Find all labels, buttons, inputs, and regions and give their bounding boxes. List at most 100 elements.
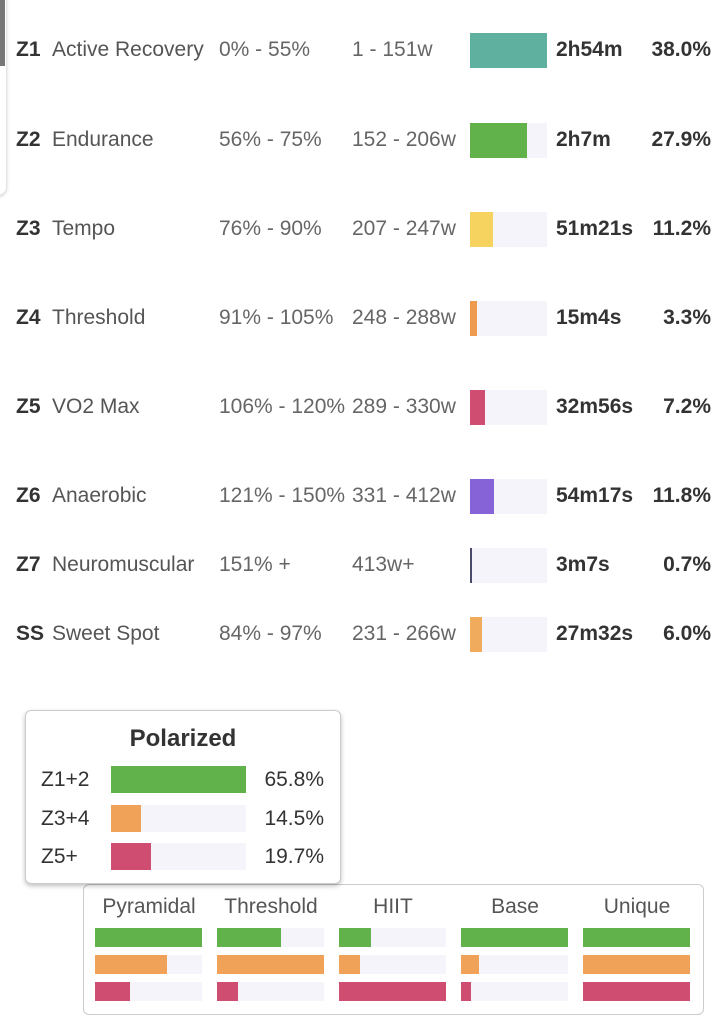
polarized-bar-fill xyxy=(111,766,246,793)
zone-ftp-range: 84% - 97% xyxy=(219,622,322,645)
model-pyramidal: Pyramidal xyxy=(95,885,203,1001)
zone-row: Z4 Threshold 91% - 105% 248 - 288w 15m4s… xyxy=(0,278,727,358)
model-hiit: HIIT xyxy=(339,885,447,1001)
model-bar-fill xyxy=(95,982,131,1001)
model-bar-fill xyxy=(583,928,690,947)
zone-name: Anaerobic xyxy=(52,484,147,507)
zone-ftp-range: 106% - 120% xyxy=(219,395,346,418)
model-bar xyxy=(339,955,446,974)
zone-code: Z2 xyxy=(16,128,41,151)
model-bar-fill xyxy=(95,928,202,947)
model-bar-fill xyxy=(339,928,372,947)
zone-name: Threshold xyxy=(52,306,146,329)
zone-bar-fill xyxy=(470,32,547,68)
zone-watt-range: 289 - 330w xyxy=(352,395,456,418)
model-bar-fill xyxy=(95,955,167,974)
zone-name: Tempo xyxy=(52,217,116,240)
zone-time: 2h7m xyxy=(556,128,611,151)
zone-name: Active Recovery xyxy=(52,38,204,61)
polarized-bar xyxy=(111,804,246,832)
polarized-card: Polarized Z1+2 65.8% Z3+4 14.5% Z5+ 19.7% xyxy=(25,710,341,884)
zone-percent: 7.2% xyxy=(663,395,711,418)
zone-bar xyxy=(470,211,547,247)
zone-watt-range: 1 - 151w xyxy=(352,38,433,61)
model-bar-fill xyxy=(461,928,568,947)
zone-code: Z6 xyxy=(16,484,41,507)
polarized-bar-fill xyxy=(111,843,152,870)
model-bar xyxy=(217,982,324,1001)
polarized-bar xyxy=(111,766,246,793)
model-bar-fill xyxy=(217,955,324,974)
model-bar-fill xyxy=(217,928,282,947)
model-bar-fill xyxy=(461,955,480,974)
zone-bar-fill xyxy=(470,211,493,247)
zone-ftp-range: 76% - 90% xyxy=(219,217,322,240)
model-bar-fill xyxy=(217,982,239,1001)
zone-bar-fill xyxy=(470,616,483,652)
zone-bar-fill xyxy=(470,547,472,583)
zone-code: SS xyxy=(16,622,45,645)
zone-watt-range: 413w+ xyxy=(352,553,415,576)
zone-code: Z5 xyxy=(16,395,41,418)
model-bar xyxy=(339,982,446,1001)
model-bar-fill xyxy=(339,955,361,974)
zone-bar xyxy=(470,300,547,336)
zone-bar xyxy=(470,32,547,68)
polarized-percent: 14.5% xyxy=(264,806,324,830)
model-bar xyxy=(461,955,568,974)
polarized-row: Z1+2 65.8% xyxy=(26,766,340,793)
zone-name: VO2 Max xyxy=(52,395,140,418)
model-bar-fill xyxy=(461,982,471,1001)
polarized-percent: 19.7% xyxy=(264,845,324,868)
model-bar xyxy=(461,928,568,947)
zone-row: Z7 Neuromuscular 151% + 413w+ 3m7s 0.7% xyxy=(0,525,727,605)
zone-row: Z6 Anaerobic 121% - 150% 331 - 412w 54m1… xyxy=(0,456,727,536)
zone-time: 2h54m xyxy=(556,38,623,61)
zone-ftp-range: 121% - 150% xyxy=(219,484,346,507)
zone-watt-range: 207 - 247w xyxy=(352,217,456,240)
zone-bar-fill xyxy=(470,122,527,158)
zone-row: Z5 VO2 Max 106% - 120% 289 - 330w 32m56s… xyxy=(0,367,727,447)
polarized-label: Z3+4 xyxy=(41,806,90,830)
model-bar xyxy=(217,955,324,974)
zone-name: Endurance xyxy=(52,128,154,151)
polarized-row: Z3+4 14.5% xyxy=(26,804,340,832)
zone-bar-fill xyxy=(470,389,485,425)
zone-row: Z1 Active Recovery 0% - 55% 1 - 151w 2h5… xyxy=(0,10,727,90)
zone-code: Z4 xyxy=(16,306,41,329)
polarized-label: Z1+2 xyxy=(41,768,90,791)
model-bar-fill xyxy=(339,982,446,1001)
zone-ftp-range: 151% + xyxy=(219,553,291,576)
model-bar xyxy=(583,928,690,947)
zone-name: Neuromuscular xyxy=(52,553,195,576)
zone-time: 3m7s xyxy=(556,553,610,576)
polarized-title: Polarized xyxy=(129,725,237,752)
model-label: Threshold xyxy=(224,895,318,918)
zone-row: Z3 Tempo 76% - 90% 207 - 247w 51m21s 11.… xyxy=(0,189,727,269)
model-label: Pyramidal xyxy=(102,895,196,918)
zone-bar xyxy=(470,389,547,425)
zone-percent: 27.9% xyxy=(651,128,711,151)
model-bar xyxy=(583,982,690,1001)
polarized-row: Z5+ 19.7% xyxy=(26,843,340,870)
polarized-bar-fill xyxy=(111,804,141,832)
zone-ftp-range: 0% - 55% xyxy=(219,38,311,61)
zone-percent: 11.2% xyxy=(652,217,711,240)
zone-percent: 38.0% xyxy=(651,38,711,61)
zone-name: Sweet Spot xyxy=(52,622,160,645)
model-bar xyxy=(339,928,446,947)
zone-ftp-range: 56% - 75% xyxy=(219,128,322,151)
zone-row: SS Sweet Spot 84% - 97% 231 - 266w 27m32… xyxy=(0,594,727,674)
model-bar xyxy=(95,928,202,947)
zone-row: Z2 Endurance 56% - 75% 152 - 206w 2h7m 2… xyxy=(0,100,727,180)
zone-percent: 3.3% xyxy=(663,306,711,329)
training-models-card: Pyramidal Threshold HIIT Base Unique xyxy=(83,884,704,1015)
zone-bar xyxy=(470,478,547,514)
zone-time: 54m17s xyxy=(556,484,634,507)
zone-watt-range: 331 - 412w xyxy=(352,484,456,507)
model-label: Unique xyxy=(603,895,671,918)
model-base: Base xyxy=(461,885,569,1001)
model-unique: Unique xyxy=(583,885,691,1001)
zone-ftp-range: 91% - 105% xyxy=(219,306,334,329)
zone-percent: 11.8% xyxy=(652,484,711,507)
